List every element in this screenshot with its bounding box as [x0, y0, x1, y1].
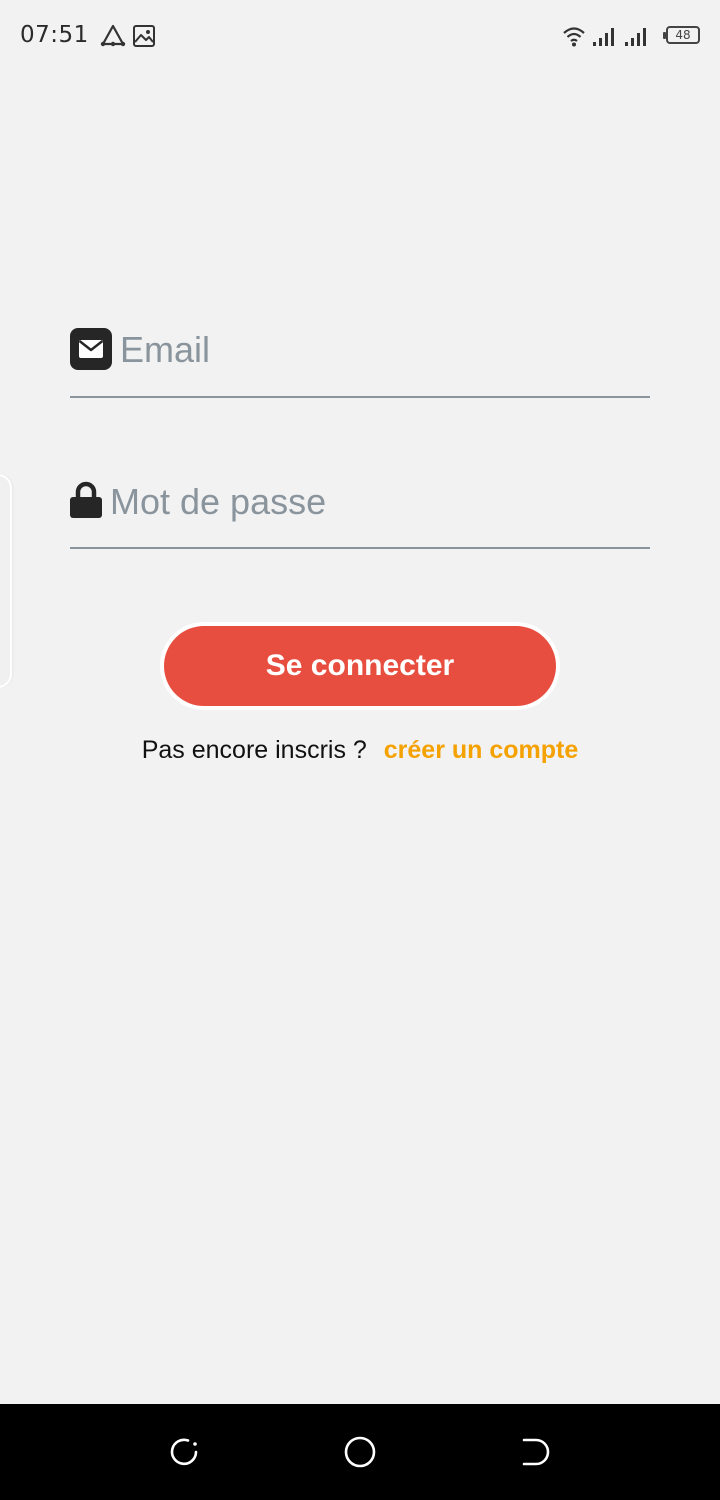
gallery-icon	[133, 25, 155, 47]
envelope-icon	[70, 328, 112, 370]
signal-icon	[625, 28, 646, 46]
wifi-icon	[563, 27, 585, 47]
navigation-bar	[0, 1404, 720, 1500]
login-button[interactable]: Se connecter	[160, 622, 560, 710]
signup-prompt: Pas encore inscris ?	[141, 736, 367, 764]
signup-row: Pas encore inscris ? créer un compte	[0, 733, 720, 767]
signal-icon	[593, 28, 614, 46]
side-drawer-handle[interactable]	[0, 474, 12, 688]
lock-icon	[70, 481, 102, 518]
home-icon[interactable]	[342, 1434, 378, 1470]
email-field[interactable]	[70, 310, 650, 398]
alert-triangle-icon	[100, 24, 126, 47]
signup-link[interactable]: créer un compte	[384, 736, 579, 764]
back-icon[interactable]	[518, 1434, 554, 1470]
recent-apps-icon[interactable]	[166, 1434, 202, 1470]
password-input[interactable]	[110, 480, 640, 524]
status-bar: 07:51 48	[0, 0, 720, 72]
battery-icon: 48	[663, 26, 700, 44]
status-time: 07:51	[20, 22, 89, 48]
email-input[interactable]	[120, 328, 640, 372]
password-field[interactable]	[70, 460, 650, 549]
